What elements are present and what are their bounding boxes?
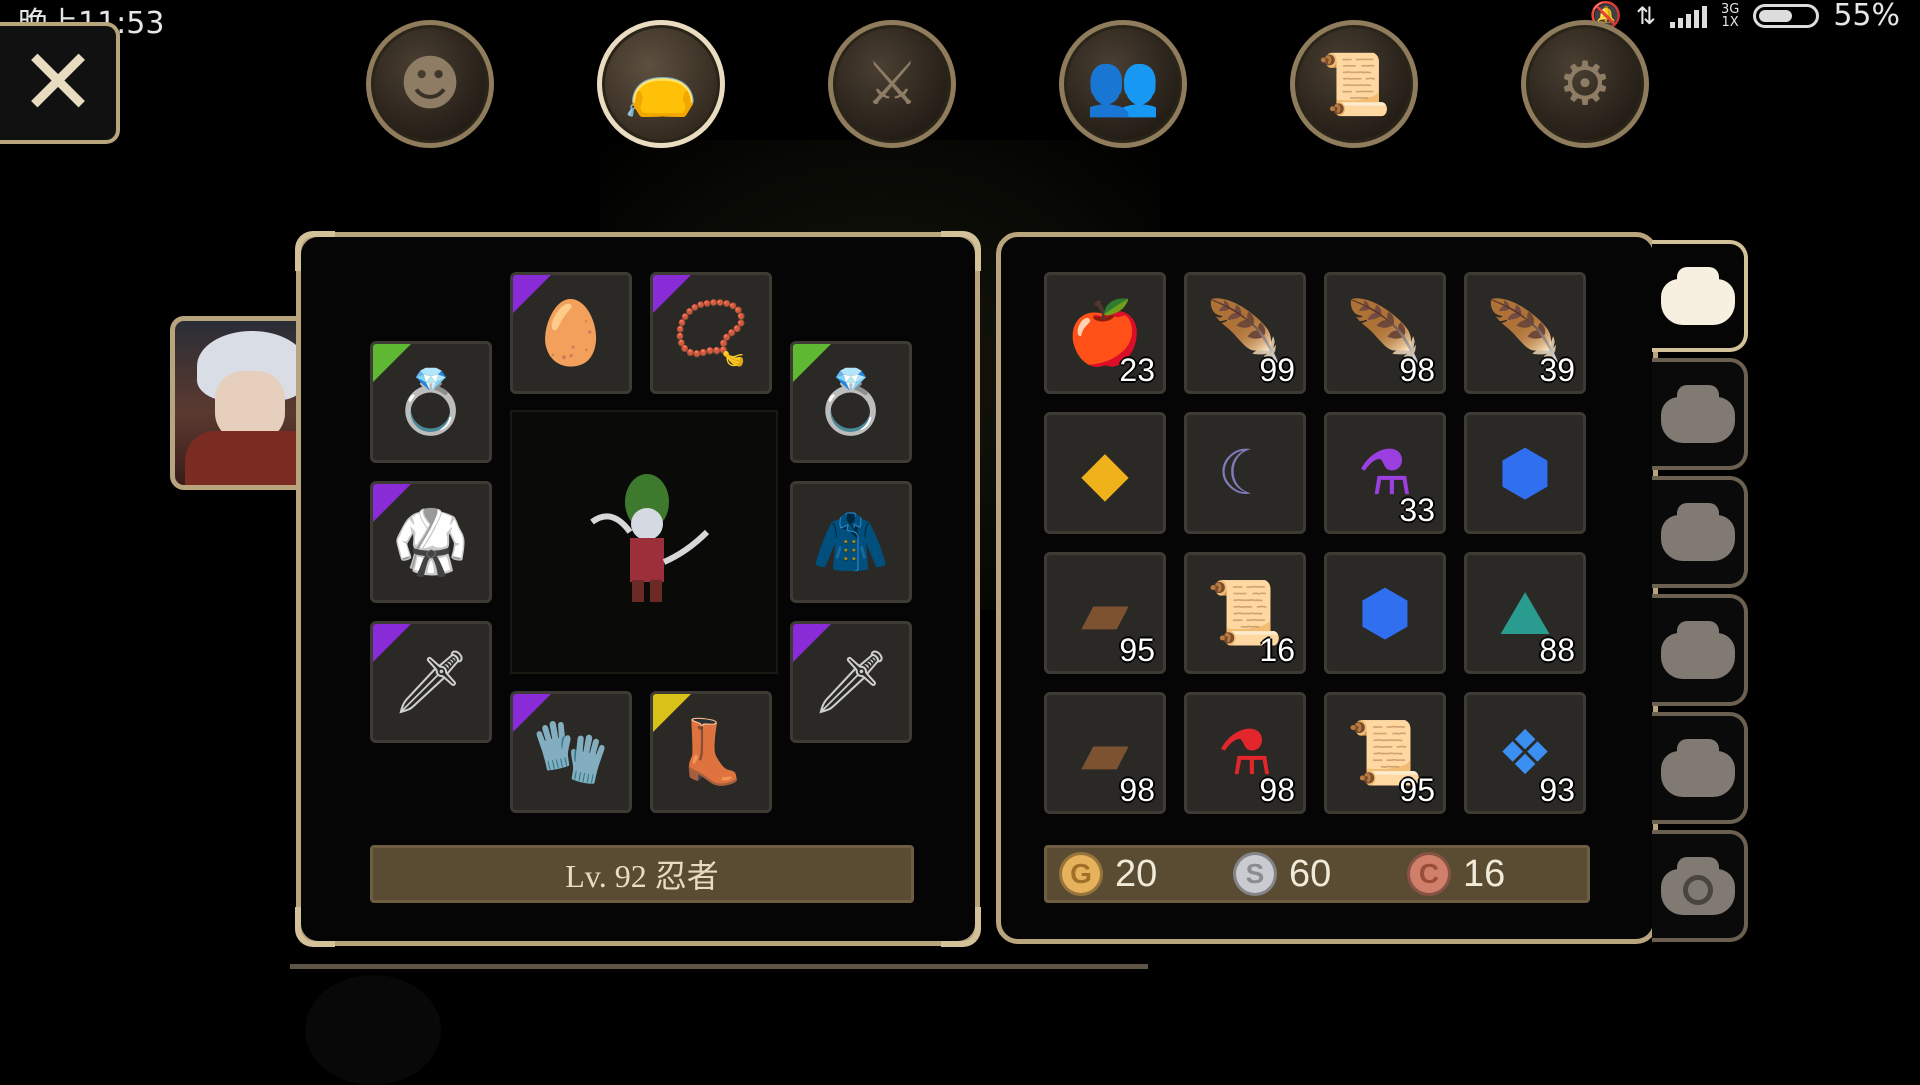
bag-icon bbox=[1661, 739, 1735, 797]
blue-gem-icon: ⬢ bbox=[1357, 576, 1413, 649]
menu-skills-button[interactable]: ⚔ bbox=[828, 20, 956, 148]
inventory-slot[interactable]: ◆ bbox=[1044, 412, 1166, 534]
bag-icon: 👝 bbox=[623, 49, 699, 120]
yellow-gem-icon: ◆ bbox=[1081, 436, 1129, 509]
equip-slot-cloak[interactable]: 🧥 bbox=[790, 481, 912, 603]
rarity-marker bbox=[373, 344, 411, 382]
item-count: 99 bbox=[1259, 352, 1295, 388]
bag-icon bbox=[1661, 385, 1735, 443]
sword-compass-icon: ⚔ bbox=[865, 49, 919, 119]
close-icon: ✕ bbox=[19, 29, 97, 136]
rarity-marker bbox=[373, 624, 411, 662]
gold-amount: 20 bbox=[1115, 852, 1158, 895]
silver-amount: 60 bbox=[1289, 852, 1332, 895]
item-count: 88 bbox=[1539, 632, 1575, 668]
rarity-marker bbox=[793, 624, 831, 662]
equip-slot-ring-right[interactable]: 💍 bbox=[790, 341, 912, 463]
inventory-slot[interactable]: ⛰ 88 bbox=[1464, 552, 1586, 674]
inventory-slot[interactable]: ▰ 98 bbox=[1044, 692, 1166, 814]
equip-slot-gloves[interactable]: 🧤 bbox=[510, 691, 632, 813]
copper-currency: C 16 bbox=[1407, 852, 1505, 896]
inventory-slot[interactable]: 📜 95 bbox=[1324, 692, 1446, 814]
bag-tab-1[interactable] bbox=[1652, 240, 1748, 352]
currency-bar: G 20 S 60 C 16 bbox=[1044, 845, 1590, 903]
inventory-slot[interactable]: 🍎 23 bbox=[1044, 272, 1166, 394]
bag-icon bbox=[1661, 621, 1735, 679]
silver-coin-icon: S bbox=[1233, 852, 1277, 896]
rarity-marker bbox=[513, 694, 551, 732]
item-count: 23 bbox=[1119, 352, 1155, 388]
rarity-marker bbox=[653, 275, 691, 313]
people-icon: 👥 bbox=[1085, 49, 1161, 120]
inventory-slot[interactable]: ⬢ bbox=[1464, 412, 1586, 534]
item-count: 98 bbox=[1259, 772, 1295, 808]
blue-gem-icon: ⬢ bbox=[1497, 436, 1553, 509]
item-count: 39 bbox=[1539, 352, 1575, 388]
inventory-slot[interactable]: ▰ 95 bbox=[1044, 552, 1166, 674]
item-count: 95 bbox=[1119, 632, 1155, 668]
copper-amount: 16 bbox=[1463, 852, 1506, 895]
head-icon: ☻ bbox=[398, 49, 462, 119]
close-button[interactable]: ✕ bbox=[0, 22, 120, 144]
bag-tab-6[interactable] bbox=[1652, 830, 1748, 942]
bag-tab-4[interactable] bbox=[1652, 594, 1748, 706]
level-class-label: Lv. 92 忍者 bbox=[370, 845, 914, 903]
inventory-slot[interactable]: ❖ 93 bbox=[1464, 692, 1586, 814]
character-sprite bbox=[590, 474, 710, 602]
equip-slot-armor[interactable]: 🥋 bbox=[370, 481, 492, 603]
bag-tab-2[interactable] bbox=[1652, 358, 1748, 470]
item-count: 93 bbox=[1539, 772, 1575, 808]
inventory-slot[interactable]: ⚗ 33 bbox=[1324, 412, 1446, 534]
item-count: 16 bbox=[1259, 632, 1295, 668]
bag-tab-3[interactable] bbox=[1652, 476, 1748, 588]
item-count: 98 bbox=[1119, 772, 1155, 808]
equip-slot-boots[interactable]: 👢 bbox=[650, 691, 772, 813]
inventory-slot[interactable]: 📜 16 bbox=[1184, 552, 1306, 674]
equip-slot-weapon-right[interactable]: 🗡 bbox=[790, 621, 912, 743]
equip-slot-necklace[interactable]: 📿 bbox=[650, 272, 772, 394]
menu-settings-button[interactable]: ⚙ bbox=[1521, 20, 1649, 148]
bag-icon bbox=[1661, 267, 1735, 325]
gear-icon: ⚙ bbox=[1558, 49, 1612, 119]
menu-character-button[interactable]: ☻ bbox=[366, 20, 494, 148]
inventory-slot[interactable]: 🪶 98 bbox=[1324, 272, 1446, 394]
inventory-slot[interactable]: ☾ bbox=[1184, 412, 1306, 534]
rarity-marker bbox=[653, 694, 691, 732]
joystick-area[interactable] bbox=[305, 975, 441, 1085]
battery-icon bbox=[1753, 3, 1820, 28]
menu-quests-button[interactable]: 📜 bbox=[1290, 20, 1418, 148]
gold-coin-icon: G bbox=[1059, 852, 1103, 896]
quest-bag-icon bbox=[1661, 857, 1735, 915]
network-type-bottom: 1X bbox=[1721, 14, 1739, 30]
inventory-slot[interactable]: 🪶 39 bbox=[1464, 272, 1586, 394]
gold-currency: G 20 bbox=[1059, 852, 1233, 896]
item-count: 95 bbox=[1399, 772, 1435, 808]
item-count: 98 bbox=[1399, 352, 1435, 388]
bag-icon bbox=[1661, 503, 1735, 561]
silver-currency: S 60 bbox=[1233, 852, 1407, 896]
copper-coin-icon: C bbox=[1407, 852, 1451, 896]
item-count: 33 bbox=[1399, 492, 1435, 528]
status-bar: 晚上11:53 🔕 ⇅ 3G 1X 55% bbox=[0, 0, 1920, 41]
brown-cloak-icon: 🧥 bbox=[812, 505, 890, 578]
signal-icon bbox=[1669, 4, 1707, 28]
data-arrows-icon: ⇅ bbox=[1635, 1, 1656, 30]
inventory-slot[interactable]: ⬢ bbox=[1324, 552, 1446, 674]
inventory-slot[interactable]: 🪶 99 bbox=[1184, 272, 1306, 394]
rarity-marker bbox=[513, 275, 551, 313]
equip-slot-helmet[interactable]: 🥚 bbox=[510, 272, 632, 394]
menu-party-button[interactable]: 👥 bbox=[1059, 20, 1187, 148]
equip-slot-ring-left[interactable]: 💍 bbox=[370, 341, 492, 463]
bag-tab-5[interactable] bbox=[1652, 712, 1748, 824]
character-preview bbox=[510, 410, 778, 674]
rarity-marker bbox=[793, 344, 831, 382]
equip-slot-weapon-left[interactable]: 🗡 bbox=[370, 621, 492, 743]
scroll-question-icon: 📜 bbox=[1316, 49, 1392, 120]
divider-line bbox=[290, 964, 1148, 969]
purple-scythe-blade-icon: ☾ bbox=[1217, 436, 1273, 509]
menu-inventory-button[interactable]: 👝 bbox=[597, 20, 725, 148]
rarity-marker bbox=[373, 484, 411, 522]
inventory-slot[interactable]: ⚗ 98 bbox=[1184, 692, 1306, 814]
battery-percent: 55% bbox=[1833, 0, 1900, 33]
